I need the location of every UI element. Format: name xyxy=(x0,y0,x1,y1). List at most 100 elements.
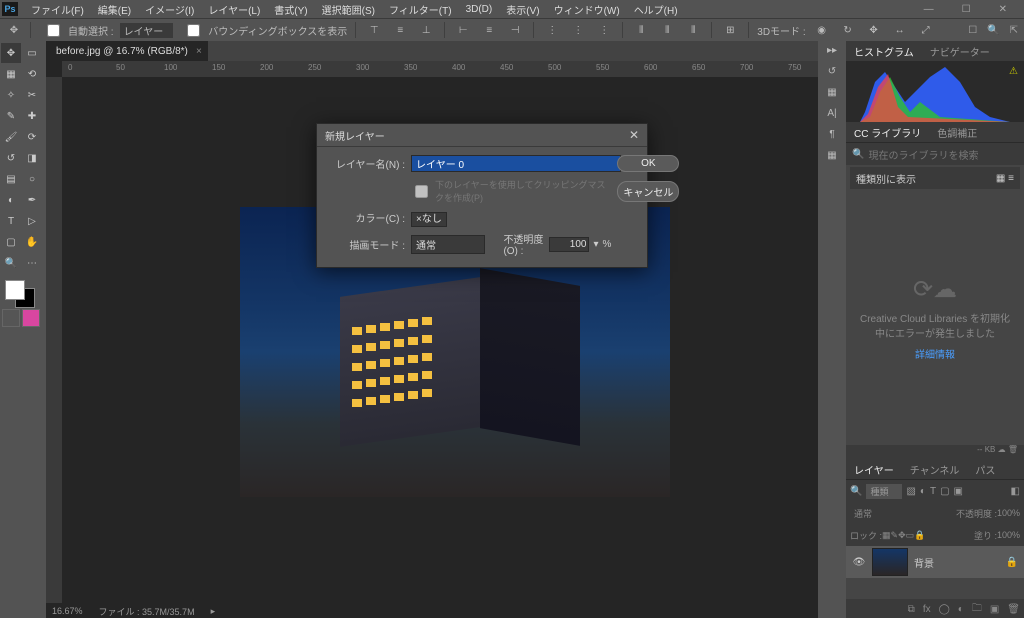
dialog-close-icon[interactable]: ✕ xyxy=(629,128,639,142)
blend-mode[interactable]: 通常 xyxy=(850,506,892,521)
trash-icon[interactable]: 🗑 xyxy=(1008,445,1018,454)
marquee-tool[interactable]: ▦ xyxy=(1,64,21,84)
actions-icon[interactable]: ▦ xyxy=(827,150,836,161)
align-right-icon[interactable]: ⊣ xyxy=(505,25,525,36)
tab-close-icon[interactable]: × xyxy=(196,46,202,57)
coloradj-tab[interactable]: 色調補正 xyxy=(929,125,985,140)
layer-thumbnail[interactable] xyxy=(872,548,908,576)
blend-mode-select[interactable]: 通常 xyxy=(411,235,485,254)
brush-tool[interactable]: 🖌 xyxy=(1,127,21,147)
mask-icon[interactable]: ◯ xyxy=(939,604,950,615)
menu-window[interactable]: ウィンドウ(W) xyxy=(547,2,627,17)
clone-tool[interactable]: ⟳ xyxy=(22,127,42,147)
opacity-value[interactable]: 100% xyxy=(997,508,1020,518)
color-select[interactable]: ×なし xyxy=(411,212,447,227)
ok-button[interactable]: OK xyxy=(617,155,679,172)
lock-position-icon[interactable]: ✥ xyxy=(898,530,906,541)
history-brush-tool[interactable]: ↺ xyxy=(1,148,21,168)
eyedropper-tool[interactable]: ✎ xyxy=(1,106,21,126)
menu-view[interactable]: 表示(V) xyxy=(499,2,546,17)
slide-icon[interactable]: ↔ xyxy=(890,25,910,36)
lock-transparent-icon[interactable]: ▦ xyxy=(882,530,891,541)
roll-icon[interactable]: ↻ xyxy=(838,25,858,36)
blur-tool[interactable]: ○ xyxy=(22,169,42,189)
grid-view-icon[interactable]: ▦ xyxy=(996,173,1005,184)
quick-mask[interactable] xyxy=(1,309,41,327)
filter-shape-icon[interactable]: ▢ xyxy=(940,486,949,497)
collapse-icon[interactable]: ▸▸ xyxy=(827,45,837,56)
menu-image[interactable]: イメージ(I) xyxy=(138,2,201,17)
dodge-tool[interactable]: ◐ xyxy=(1,190,21,210)
visibility-icon[interactable]: 👁 xyxy=(852,557,866,568)
status-zoom[interactable]: 16.67% xyxy=(52,606,83,616)
close-icon[interactable]: ✕ xyxy=(992,4,1014,15)
layers-tab[interactable]: レイヤー xyxy=(846,462,902,477)
opacity-input[interactable] xyxy=(549,237,589,252)
filter-pixel-icon[interactable]: ▧ xyxy=(906,486,915,497)
link-layers-icon[interactable]: ⧉ xyxy=(908,604,915,615)
filter-smart-icon[interactable]: ▣ xyxy=(954,486,963,497)
minimize-icon[interactable]: — xyxy=(917,4,941,15)
shape-tool[interactable]: ▢ xyxy=(1,232,21,252)
quick-select-tool[interactable]: ✧ xyxy=(1,85,21,105)
paragraph-icon[interactable]: ¶ xyxy=(829,129,834,140)
distribute-icon[interactable]: ⋮ xyxy=(594,25,614,36)
layer-filter-kind[interactable]: 種類 xyxy=(866,484,902,499)
zoom-icon[interactable]: ⤢ xyxy=(916,25,936,36)
auto-select-target[interactable]: レイヤー xyxy=(120,23,174,38)
align-pixels-icon[interactable]: ⊞ xyxy=(720,25,740,36)
layer-name-input[interactable] xyxy=(411,155,621,172)
new-layer-icon[interactable]: ▣ xyxy=(990,604,999,615)
group-icon[interactable]: 🗀 xyxy=(972,601,982,618)
orbit-icon[interactable]: ◉ xyxy=(812,25,832,36)
menu-select[interactable]: 選択範囲(S) xyxy=(315,2,382,17)
status-info[interactable]: ファイル : 35.7M/35.7M xyxy=(99,605,195,618)
menu-3d[interactable]: 3D(D) xyxy=(459,4,500,15)
search-icon[interactable]: 🔍 xyxy=(987,25,999,36)
zoom-tool[interactable]: 🔍 xyxy=(1,253,21,273)
lasso-tool[interactable]: ⟲ xyxy=(22,64,42,84)
delete-layer-icon[interactable]: 🗑 xyxy=(1007,604,1020,615)
document-tab[interactable]: before.jpg @ 16.7% (RGB/8*) × xyxy=(46,41,208,61)
path-tool[interactable]: ▷ xyxy=(22,211,42,231)
screen-mode-icon[interactable]: ☐ xyxy=(968,25,977,36)
menu-layer[interactable]: レイヤー(L) xyxy=(201,2,267,17)
histogram-warning-icon[interactable]: ⚠ xyxy=(1009,66,1018,77)
type-icon[interactable]: A| xyxy=(827,108,836,119)
distribute-icon[interactable]: ⫴ xyxy=(683,25,703,36)
align-center-icon[interactable]: ≡ xyxy=(479,25,499,36)
layer-row-background[interactable]: 👁 背景 🔒 xyxy=(846,546,1024,578)
swatches-icon[interactable]: ▦ xyxy=(827,87,836,98)
move-tool[interactable]: ✥ xyxy=(1,43,21,63)
distribute-icon[interactable]: ⋮ xyxy=(568,25,588,36)
menu-edit[interactable]: 編集(E) xyxy=(91,2,138,17)
list-view-icon[interactable]: ≡ xyxy=(1008,173,1014,184)
lock-icon[interactable]: 🔒 xyxy=(1006,557,1018,568)
pen-tool[interactable]: ✒ xyxy=(22,190,42,210)
artboard-tool[interactable]: ▭ xyxy=(22,43,42,63)
cc-info-link[interactable]: 詳細情報 xyxy=(915,346,955,361)
filter-toggle[interactable]: ◧ xyxy=(1011,486,1020,497)
distribute-icon[interactable]: ⫴ xyxy=(631,25,651,36)
menu-type[interactable]: 書式(Y) xyxy=(267,2,314,17)
status-arrow-icon[interactable]: ▸ xyxy=(211,606,216,617)
layer-name[interactable]: 背景 xyxy=(914,555,934,570)
auto-select-checkbox[interactable] xyxy=(47,24,60,37)
opacity-arrow-icon[interactable]: ▾ xyxy=(593,239,598,250)
cancel-button[interactable]: キャンセル xyxy=(617,181,679,202)
menu-help[interactable]: ヘルプ(H) xyxy=(627,2,685,17)
healing-tool[interactable]: ✚ xyxy=(22,106,42,126)
menu-filter[interactable]: フィルター(T) xyxy=(382,2,459,17)
align-bottom-icon[interactable]: ⊥ xyxy=(416,25,436,36)
channels-tab[interactable]: チャンネル xyxy=(902,462,968,477)
hand-tool[interactable]: ✋ xyxy=(22,232,42,252)
filter-adjust-icon[interactable]: ◐ xyxy=(920,486,926,497)
align-top-icon[interactable]: ⊤ xyxy=(364,25,384,36)
edit-toolbar[interactable]: ⋯ xyxy=(22,253,42,273)
library-search[interactable]: 🔍 現在のライブラリを検索 xyxy=(846,143,1024,165)
dialog-titlebar[interactable]: 新規レイヤー ✕ xyxy=(317,124,647,147)
type-tool[interactable]: T xyxy=(1,211,21,231)
fx-icon[interactable]: fx xyxy=(923,604,931,615)
adjustment-icon[interactable]: ◐ xyxy=(958,604,964,615)
histogram-tab[interactable]: ヒストグラム xyxy=(846,44,922,59)
